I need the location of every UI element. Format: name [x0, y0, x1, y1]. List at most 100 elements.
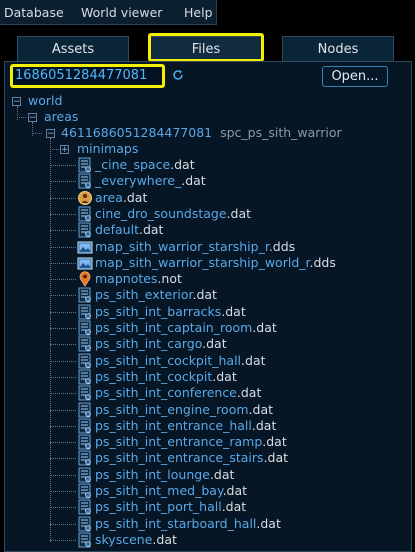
file-row[interactable]: map_sith_warrior_starship_r.dds [95, 239, 295, 255]
tree-guide-line [50, 198, 76, 199]
file-name: ps_sith_int_conference [95, 385, 237, 400]
scene-icon [78, 467, 91, 483]
file-row[interactable]: ps_sith_exterior.dat [95, 287, 217, 303]
tree-guide-line [50, 475, 76, 476]
file-row[interactable]: ps_sith_int_entrance_stairs.dat [95, 450, 288, 466]
file-name: area [95, 190, 123, 205]
file-row[interactable]: _cine_space.dat [95, 157, 195, 173]
tree-guide-line [50, 263, 76, 264]
area-icon [78, 191, 92, 205]
scene-icon [78, 353, 91, 369]
file-row[interactable]: ps_sith_int_captain_room.dat [95, 320, 277, 336]
menu-bar: Database World viewer Help [0, 0, 217, 25]
tree-guide-line [50, 377, 76, 378]
tree-node-areas[interactable]: areas [44, 109, 78, 125]
scene-icon [78, 336, 91, 352]
file-extension: .dat [263, 450, 289, 465]
file-row[interactable]: ps_sith_int_med_bay.dat [95, 483, 247, 499]
scene-icon [78, 516, 91, 532]
expand-toggle-minimaps[interactable]: + [60, 145, 69, 155]
file-row[interactable]: _everywhere_.dat [95, 173, 206, 189]
collapse-toggle-world[interactable]: − [12, 97, 21, 107]
collapse-toggle-area[interactable]: − [46, 129, 55, 139]
file-row[interactable]: ps_sith_int_lounge.dat [95, 467, 234, 483]
file-row[interactable]: map_sith_warrior_starship_world_r.dds [95, 255, 336, 271]
file-row[interactable]: ps_sith_int_cockpit.dat [95, 369, 237, 385]
file-row[interactable]: cine_dro_soundstage.dat [95, 206, 251, 222]
menu-help[interactable]: Help [184, 5, 213, 20]
scene-icon [78, 304, 91, 320]
tree-guide-line [50, 491, 76, 492]
menu-database[interactable]: Database [4, 5, 64, 20]
scene-icon [78, 434, 91, 450]
map-pin-icon [79, 271, 91, 287]
file-name: map_sith_warrior_starship_r [95, 239, 269, 254]
tree-guide-line [50, 361, 76, 362]
tree-node-area[interactable]: 4611686051284477081 spc_ps_sith_warrior [61, 125, 342, 141]
file-row[interactable]: ps_sith_int_entrance_hall.dat [95, 418, 276, 434]
menu-world-viewer[interactable]: World viewer [81, 5, 162, 20]
scene-icon [78, 499, 91, 515]
tree-guide-line [50, 393, 76, 394]
files-tab-highlight [148, 33, 264, 62]
tree-guide-line [50, 524, 76, 525]
file-name: ps_sith_int_cockpit_hall [95, 353, 242, 368]
tree-guide-line [17, 117, 26, 118]
file-extension: .dat [262, 434, 287, 449]
file-name: _cine_space [95, 157, 171, 172]
collapse-toggle-areas[interactable]: − [28, 113, 37, 123]
file-extension: .dat [202, 336, 227, 351]
file-row[interactable]: ps_sith_int_port_hall.dat [95, 499, 246, 515]
file-extension: .dds [268, 239, 296, 254]
file-row[interactable]: ps_sith_int_starboard_hall.dat [95, 516, 281, 532]
file-name: ps_sith_int_barracks [95, 304, 222, 319]
file-extension: .dat [256, 516, 281, 531]
file-extension: .dat [152, 532, 177, 547]
tree-guide-line [50, 279, 76, 280]
scene-icon [78, 532, 91, 548]
file-name: ps_sith_int_cargo [95, 336, 203, 351]
tree-guide-line [50, 247, 76, 248]
file-row[interactable]: area.dat [95, 190, 147, 206]
file-row[interactable]: ps_sith_int_cargo.dat [95, 336, 227, 352]
file-name: cine_dro_soundstage [95, 206, 227, 221]
tree-node-world[interactable]: world [28, 93, 62, 109]
scene-icon [78, 222, 91, 238]
image-icon [77, 241, 93, 254]
scene-icon [78, 402, 91, 418]
tree-guide-line [50, 540, 76, 541]
refresh-icon[interactable] [172, 69, 184, 81]
tree-node-minimaps[interactable]: minimaps [77, 141, 138, 157]
tree-guide-line [50, 458, 76, 459]
scene-icon [78, 385, 91, 401]
tree-guide-line [50, 410, 76, 411]
file-name: ps_sith_int_med_bay [95, 483, 223, 498]
file-row[interactable]: mapnotes.not [95, 271, 182, 287]
tree-guide-line [50, 165, 76, 166]
tree-guide-line [32, 133, 42, 134]
scene-icon [78, 418, 91, 434]
file-name: ps_sith_int_entrance_hall [95, 418, 252, 433]
file-row[interactable]: ps_sith_int_entrance_ramp.dat [95, 434, 287, 450]
file-row[interactable]: ps_sith_int_conference.dat [95, 385, 261, 401]
file-name: ps_sith_exterior [95, 287, 193, 302]
open-button[interactable]: Open... [322, 66, 388, 87]
tab-assets[interactable]: Assets [17, 36, 129, 62]
file-name: mapnotes [95, 271, 158, 286]
file-extension: .dat [122, 190, 148, 205]
file-extension: .dat [222, 483, 248, 498]
file-extension: .dds [309, 255, 336, 270]
file-row[interactable]: default.dat [95, 222, 163, 238]
file-row[interactable]: ps_sith_int_cockpit_hall.dat [95, 353, 266, 369]
file-row[interactable]: ps_sith_int_engine_room.dat [95, 402, 273, 418]
tab-nodes[interactable]: Nodes [282, 36, 394, 62]
scene-icon [78, 450, 91, 466]
file-extension: .dat [252, 320, 277, 335]
scene-icon [78, 369, 91, 385]
file-extension: .dat [209, 467, 235, 482]
file-name: ps_sith_int_port_hall [95, 499, 222, 514]
file-row[interactable]: skyscene.dat [95, 532, 177, 548]
file-row[interactable]: ps_sith_int_barracks.dat [95, 304, 246, 320]
scene-icon [78, 483, 91, 499]
file-extension: .dat [221, 304, 246, 319]
